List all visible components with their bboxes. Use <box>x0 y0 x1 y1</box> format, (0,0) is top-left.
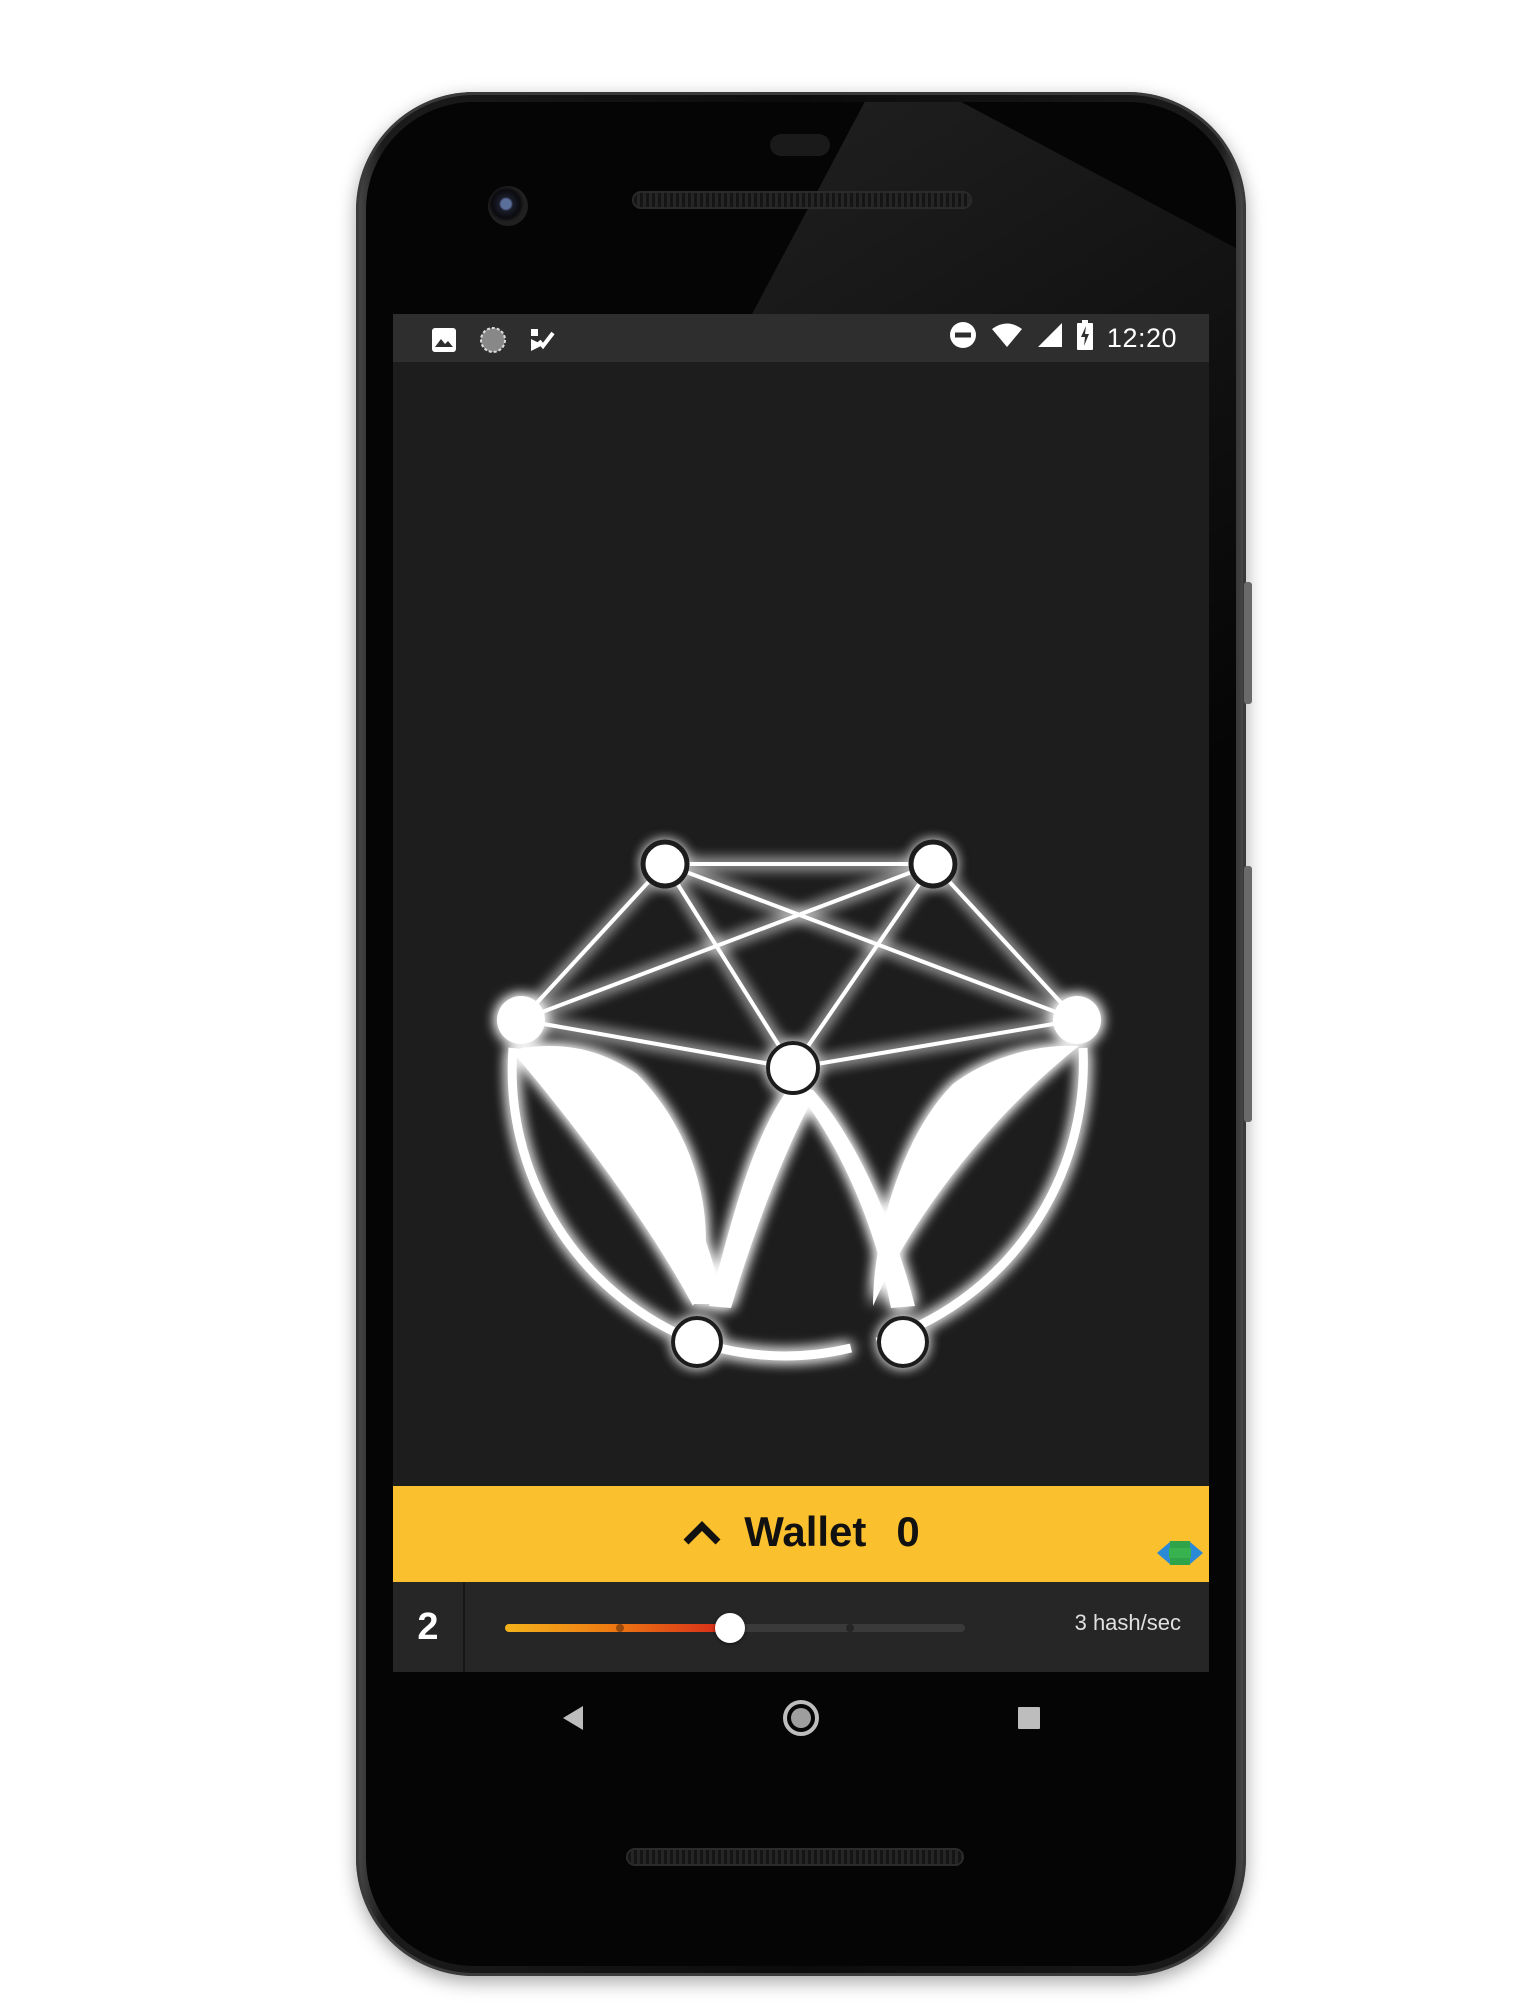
do-not-disturb-icon <box>949 321 977 356</box>
wallet-bar[interactable]: Wallet 0 <box>393 1486 1209 1582</box>
recents-icon[interactable] <box>1007 1696 1051 1740</box>
front-camera <box>488 186 528 226</box>
android-nav-bar <box>393 1672 1209 1764</box>
status-time: 12:20 <box>1106 322 1177 353</box>
slider-tick <box>616 1624 624 1632</box>
network-w-logo <box>497 839 1101 1368</box>
proximity-sensor <box>770 134 830 156</box>
cell-signal-icon <box>1037 322 1063 355</box>
top-speaker <box>634 193 970 207</box>
back-icon[interactable] <box>551 1696 595 1740</box>
power-button <box>1244 866 1252 1122</box>
wifi-icon <box>991 322 1023 355</box>
slider-thumb[interactable] <box>715 1613 746 1643</box>
home-icon[interactable] <box>779 1696 823 1740</box>
volume-button <box>1244 582 1252 704</box>
wallet-label: Wallet <box>744 1508 867 1555</box>
throttle-slider[interactable] <box>505 1612 965 1643</box>
battery-charging-icon <box>1076 319 1093 357</box>
hashrate-text: 3 hash/sec <box>1074 1610 1181 1635</box>
wallet-balance: 0 <box>896 1508 920 1555</box>
chevron-up-icon <box>682 1508 722 1556</box>
miner-controls: 2 3 hash/sec <box>393 1582 1209 1672</box>
bottom-speaker <box>628 1850 962 1864</box>
app-screen: 12:20 Wallet 0 2 3 hash/sec <box>393 314 1209 1672</box>
sync-arrows-icon[interactable] <box>1155 1536 1205 1570</box>
thread-count[interactable]: 2 <box>393 1582 465 1672</box>
slider-tick <box>846 1624 854 1632</box>
